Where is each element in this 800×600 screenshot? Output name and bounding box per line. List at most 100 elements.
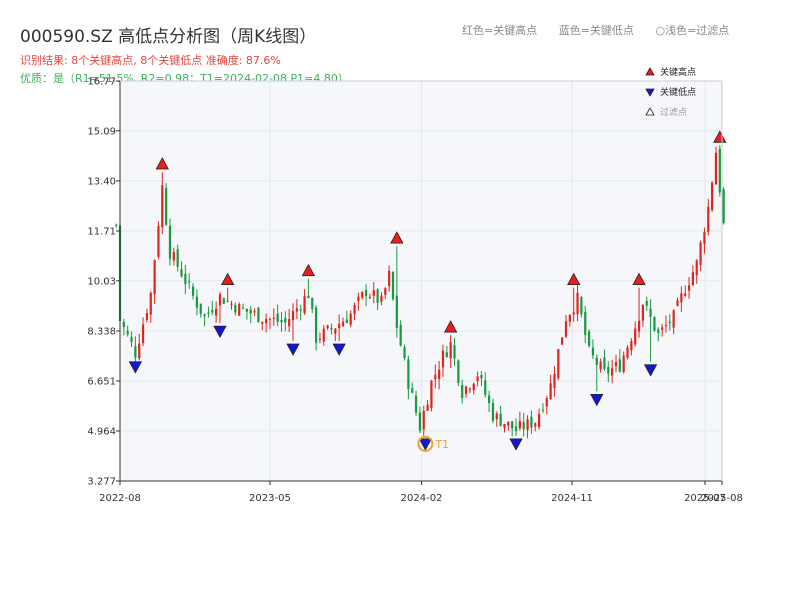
candle-body <box>561 337 564 345</box>
candle-body <box>368 296 372 298</box>
candle-body <box>534 423 537 427</box>
y-tick-label: 4.964 <box>87 426 116 437</box>
candle-body <box>488 395 491 404</box>
candle-body <box>634 328 637 345</box>
candle-body <box>222 298 225 304</box>
candle-body <box>376 289 379 303</box>
candle-body <box>226 300 229 302</box>
y-tick-label: 8.338 <box>87 326 116 337</box>
candle-body <box>345 319 348 323</box>
candle-body <box>464 386 468 395</box>
candle-body <box>215 308 218 316</box>
candle-body <box>361 292 364 298</box>
candle-body <box>280 320 283 323</box>
candle-body <box>453 345 456 359</box>
candle-body <box>614 361 618 367</box>
candle-body <box>468 388 471 390</box>
candle-body <box>668 321 671 324</box>
candle-body <box>530 416 533 428</box>
x-tick-label: 2024-02 <box>401 493 443 504</box>
candle-body <box>195 296 198 308</box>
candle-body <box>480 374 483 379</box>
candle-body <box>199 303 202 314</box>
candle-body <box>599 361 602 370</box>
legend-swatch-high <box>645 67 655 76</box>
candle-body <box>234 305 237 313</box>
candle-body <box>441 350 445 368</box>
candle-body <box>553 373 556 388</box>
legend-label-filtered: 过滤点 <box>660 106 687 118</box>
candle-body <box>603 357 606 369</box>
candle-body <box>684 293 687 296</box>
candle-body <box>314 307 318 343</box>
candle-body <box>511 421 514 429</box>
candle-body <box>303 296 306 314</box>
candle-body <box>695 260 698 276</box>
candle-body <box>218 294 222 306</box>
candle-body <box>438 369 441 380</box>
candle-body <box>461 384 464 398</box>
candle-body <box>514 426 518 431</box>
candle-body <box>649 308 652 317</box>
x-tick-label: 2024-11 <box>551 493 593 504</box>
candle-body <box>153 260 156 295</box>
candle-body <box>584 311 587 335</box>
candle-body <box>122 321 125 328</box>
candle-body <box>145 313 149 321</box>
candle-body <box>349 313 352 325</box>
candle-body <box>284 317 287 323</box>
candle-body <box>414 395 418 413</box>
candle-body <box>580 297 583 315</box>
candle-body <box>388 270 391 287</box>
candle-body <box>607 366 610 374</box>
candle-body <box>372 290 375 296</box>
candle-body <box>399 324 402 346</box>
candle-body <box>587 331 591 346</box>
candle-body <box>326 325 329 329</box>
candle-body <box>134 346 137 358</box>
t1-label: T1 <box>434 438 449 451</box>
candle-body <box>541 409 545 411</box>
candle-body <box>165 187 168 225</box>
candle-body <box>476 376 479 381</box>
candle-body <box>130 337 133 343</box>
candle-body <box>411 388 414 393</box>
candle-body <box>357 296 360 301</box>
candle-body <box>203 314 206 316</box>
candle-body <box>526 419 529 431</box>
candle-body <box>657 329 660 334</box>
candle-body <box>338 323 341 329</box>
candle-body <box>207 312 210 314</box>
candle-body <box>699 242 702 265</box>
candle-body <box>276 313 279 322</box>
candle-body <box>403 347 406 358</box>
candle-body <box>384 288 387 296</box>
candle-body <box>626 347 629 358</box>
candlestick-chart: T1 3.277 4.964 6.651 8.338 10.03 11.71 13.40 15… <box>87 66 743 504</box>
y-tick-label: 15.09 <box>87 126 116 137</box>
candle-body <box>503 424 506 428</box>
candle-body <box>161 185 164 228</box>
candle-body <box>299 309 302 311</box>
candle-body <box>322 328 325 342</box>
candle-body <box>172 252 175 261</box>
candle-body <box>611 368 614 376</box>
candle-body <box>407 359 410 390</box>
candle-body <box>537 413 541 427</box>
candle-body <box>184 273 187 285</box>
candle-body <box>249 309 252 314</box>
candle-body <box>430 380 433 409</box>
y-tick-label: 3.277 <box>87 477 116 488</box>
candle-body <box>265 319 268 324</box>
candle-body <box>618 359 621 372</box>
candle-body <box>622 355 625 373</box>
candle-body <box>318 338 322 340</box>
candle-body <box>126 330 129 335</box>
candle-body <box>449 342 452 359</box>
candle-body <box>630 341 633 351</box>
candle-body <box>211 310 214 313</box>
candle-body <box>680 293 683 303</box>
candle-body <box>572 312 575 315</box>
candle-body <box>518 421 521 429</box>
candle-body <box>457 360 460 383</box>
